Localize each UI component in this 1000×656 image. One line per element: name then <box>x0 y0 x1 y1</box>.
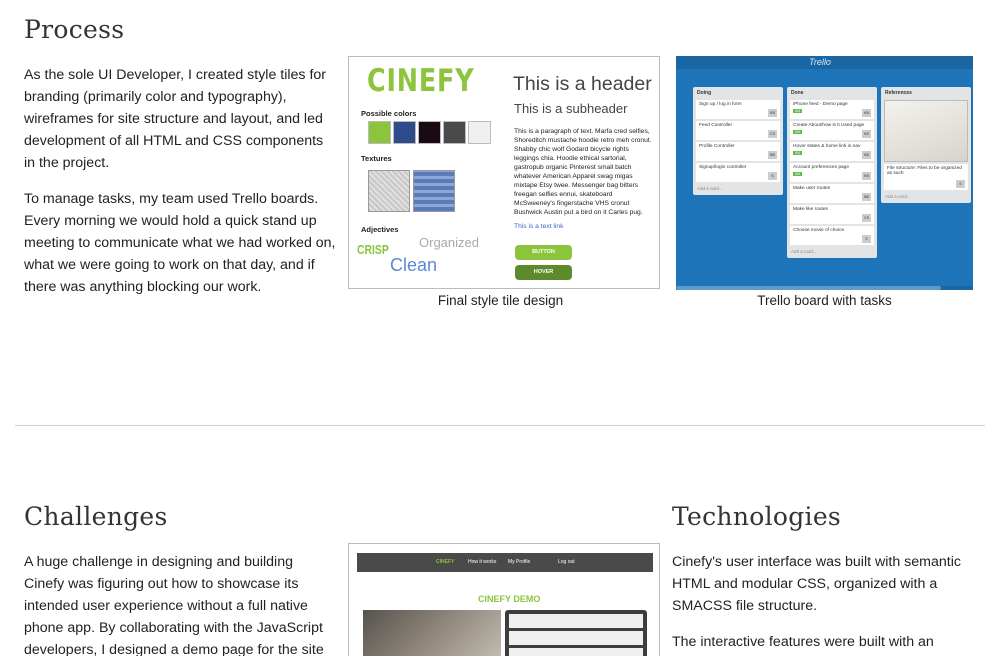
demo-nav-logo: CINEFY <box>436 559 455 565</box>
trello-list-doing: Doing Sign up / log in form KB Feed Contr… <box>693 87 783 195</box>
demo-nav-item: My Profile <box>508 559 531 565</box>
texture-swatch <box>413 170 455 212</box>
demo-phone-feed <box>505 610 647 656</box>
cinefy-logo: CINEFY <box>367 63 475 99</box>
trello-top-bar: Trello <box>676 56 973 69</box>
trello-card: File structure: Files to be organized as… <box>884 164 968 190</box>
sample-hover-button: HOVER <box>515 265 572 280</box>
color-swatch <box>443 121 466 144</box>
reference-sketch-image <box>884 100 968 162</box>
trello-add-card: Add a card... <box>885 194 911 199</box>
possible-colors-label: Possible colors <box>361 109 417 118</box>
color-swatch <box>368 121 391 144</box>
challenges-paragraph: A huge challenge in designing and buildi… <box>24 554 324 656</box>
demo-nav-item: How it works <box>468 559 497 565</box>
trello-card: Signup/login controller S <box>696 163 780 182</box>
trello-list-title: Doing <box>697 90 712 96</box>
trello-logo: Trello <box>809 57 831 67</box>
color-swatch <box>418 121 441 144</box>
demo-feed-row <box>509 648 643 656</box>
trello-add-card: Add a card... <box>697 186 723 191</box>
trello-card: Account preferences page 4/4 KB <box>790 163 874 182</box>
trello-add-card: Add a card... <box>791 249 817 254</box>
style-tile-caption: Final style tile design <box>437 293 564 308</box>
trello-card: Hover states & home link in nav 4/4 KB <box>790 142 874 161</box>
demo-feed-row <box>509 614 643 628</box>
style-tile-image: CINEFY Possible colors Textures Adjectiv… <box>348 56 660 289</box>
trello-card: Create About/how is it Used page 4/4 KB <box>790 121 874 140</box>
trello-card: Feed Controller CS <box>696 121 780 140</box>
sample-paragraph: This is a paragraph of text. Marfa cred … <box>514 128 652 216</box>
color-swatch <box>468 121 491 144</box>
technologies-paragraph-2: The interactive features were built with… <box>672 634 934 650</box>
trello-board-image: Trello Doing Sign up / log in form KB Fee… <box>676 56 973 290</box>
demo-video-still <box>363 610 501 656</box>
demo-title: CINEFY DEMO <box>478 594 541 604</box>
challenges-heading: Challenges <box>24 502 168 531</box>
process-paragraph-1: As the sole UI Developer, I created styl… <box>24 67 327 171</box>
process-heading: Process <box>24 15 125 44</box>
sample-button: BUTTON <box>515 245 572 260</box>
sample-text-link: This is a text link <box>514 223 564 230</box>
trello-card: Make like routes CS <box>790 205 874 224</box>
textures-label: Textures <box>361 154 392 163</box>
trello-card: Sign up / log in form KB <box>696 100 780 119</box>
sample-subheader: This is a subheader <box>514 101 628 116</box>
trello-list-title: References <box>885 90 912 96</box>
sample-header: This is a header <box>513 73 652 95</box>
process-paragraph-2: To manage tasks, my team used Trello boa… <box>24 191 336 295</box>
adjective-clean: Clean <box>390 255 438 275</box>
adjective-crisp: CRISP <box>357 242 389 257</box>
demo-nav-bar: CINEFY How it works My Profile Log out <box>357 553 653 572</box>
section-divider <box>15 425 985 426</box>
trello-list-title: Done <box>791 90 804 96</box>
technologies-paragraph-1: Cinefy's user interface was built with s… <box>672 554 961 614</box>
demo-nav-item: Log out <box>558 559 575 565</box>
trello-card: iPhone feed - Demo page 4/4 KB <box>790 100 874 119</box>
technologies-heading: Technologies <box>672 502 842 531</box>
trello-list-references: References File structure: Files to be o… <box>881 87 971 203</box>
trello-card: Profile Controller BB <box>696 142 780 161</box>
trello-scrollbar <box>676 286 973 290</box>
texture-swatch <box>368 170 410 212</box>
trello-card: Choose movie of choice S <box>790 226 874 245</box>
trello-caption: Trello board with tasks <box>757 293 892 308</box>
demo-feed-row <box>509 631 643 645</box>
adjectives-label: Adjectives <box>361 225 399 234</box>
adjective-organized: Organized <box>419 235 479 250</box>
demo-page-image: CINEFY How it works My Profile Log out C… <box>348 543 660 656</box>
trello-card: Make user routes BB <box>790 184 874 203</box>
color-swatch <box>393 121 416 144</box>
trello-list-done: Done iPhone feed - Demo page 4/4 KB Create… <box>787 87 877 258</box>
